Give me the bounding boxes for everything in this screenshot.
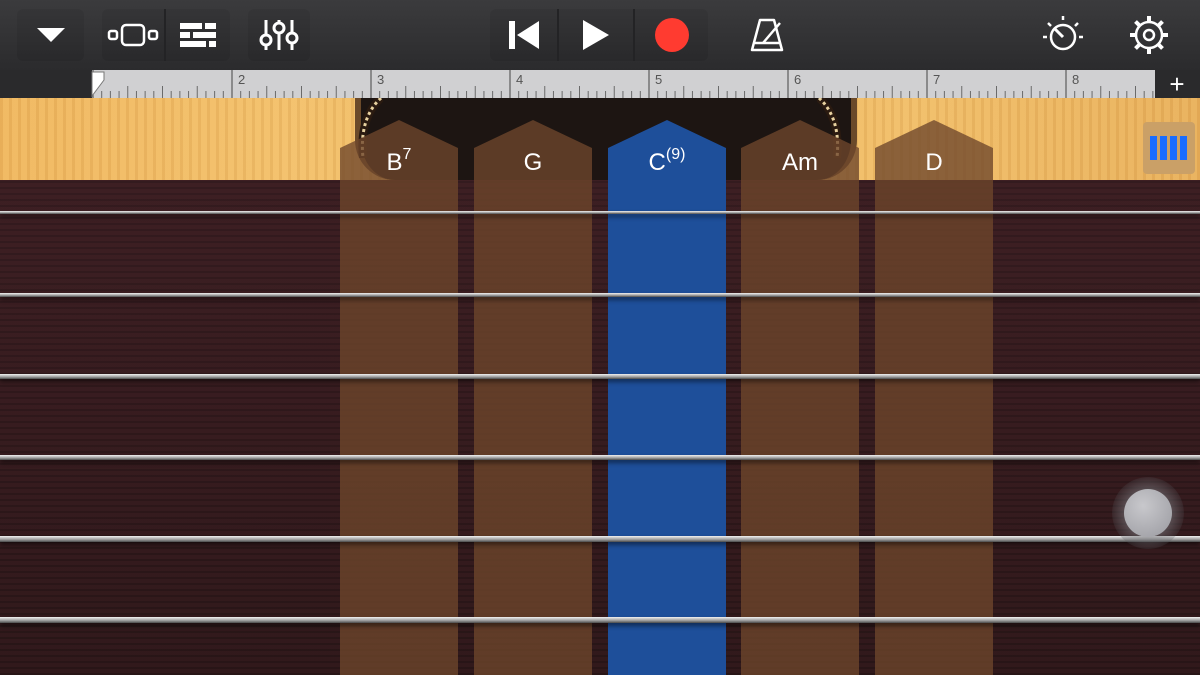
guitar-string[interactable] (0, 211, 1200, 214)
go-to-beginning-button[interactable] (490, 9, 557, 61)
autoplay-knob[interactable] (1112, 477, 1184, 549)
play-button[interactable] (559, 9, 633, 61)
transport-group (490, 9, 708, 61)
control-bar (0, 0, 1200, 70)
gear-icon (1130, 16, 1168, 54)
bar-number-6: 6 (794, 72, 802, 87)
bar-number-4: 4 (516, 72, 524, 87)
timeline-ruler[interactable]: 2 3 4 5 6 7 8 + (0, 70, 1200, 98)
chord-label: B7 (386, 146, 412, 176)
chord-strip-b7[interactable]: B7 (340, 120, 458, 675)
chord-strip-d[interactable]: D (875, 120, 993, 675)
play-icon (583, 20, 609, 50)
chord-strip-g[interactable]: G (474, 120, 592, 675)
guitar-string[interactable] (0, 374, 1200, 379)
add-section-button[interactable]: + (1162, 70, 1192, 98)
browser-icon (107, 23, 159, 47)
chord-label: G (523, 149, 543, 176)
guitar-string[interactable] (0, 536, 1200, 542)
chord-strip-am[interactable]: Am (741, 120, 859, 675)
mixer-button[interactable] (248, 9, 310, 61)
chord-strip-c9[interactable]: C(9) (608, 120, 726, 675)
skip-back-icon (508, 21, 539, 49)
settings-button[interactable] (1124, 9, 1174, 61)
guitar-string[interactable] (0, 455, 1200, 460)
guitar-string[interactable] (0, 293, 1200, 297)
bar-number-2: 2 (238, 72, 246, 87)
guitar-string[interactable] (0, 617, 1200, 623)
master-effects-button[interactable] (1038, 9, 1088, 61)
record-icon (654, 18, 689, 52)
triangle-down-icon (36, 28, 65, 42)
knob-icon (1043, 16, 1083, 51)
menu-dropdown-button[interactable] (17, 9, 84, 61)
bar-number-5: 5 (655, 72, 663, 87)
chord-label: C(9) (648, 146, 686, 176)
tracks-icon (180, 23, 216, 47)
playhead-icon[interactable] (90, 70, 106, 98)
ruler-track[interactable]: 2 3 4 5 6 7 8 (90, 70, 1155, 98)
fretboard[interactable] (0, 180, 1200, 675)
tracks-view-button[interactable] (166, 9, 230, 61)
instrument-browser-button[interactable] (102, 9, 164, 61)
bar-number-7: 7 (933, 72, 941, 87)
ruler-ticks (92, 70, 1154, 98)
chord-label: Am (782, 149, 818, 176)
bar-number-8: 8 (1072, 72, 1080, 87)
bar-number-3: 3 (377, 72, 385, 87)
view-buttons-group (102, 9, 230, 61)
chords-notes-toggle-button[interactable] (1143, 122, 1195, 174)
autoplay-knob-handle[interactable] (1124, 489, 1172, 537)
record-button[interactable] (635, 9, 708, 61)
chords-notes-toggle-icon (1150, 136, 1187, 160)
metronome-icon (750, 18, 784, 52)
sliders-icon (259, 20, 299, 50)
chord-label: D (925, 149, 943, 176)
metronome-button[interactable] (740, 9, 794, 61)
